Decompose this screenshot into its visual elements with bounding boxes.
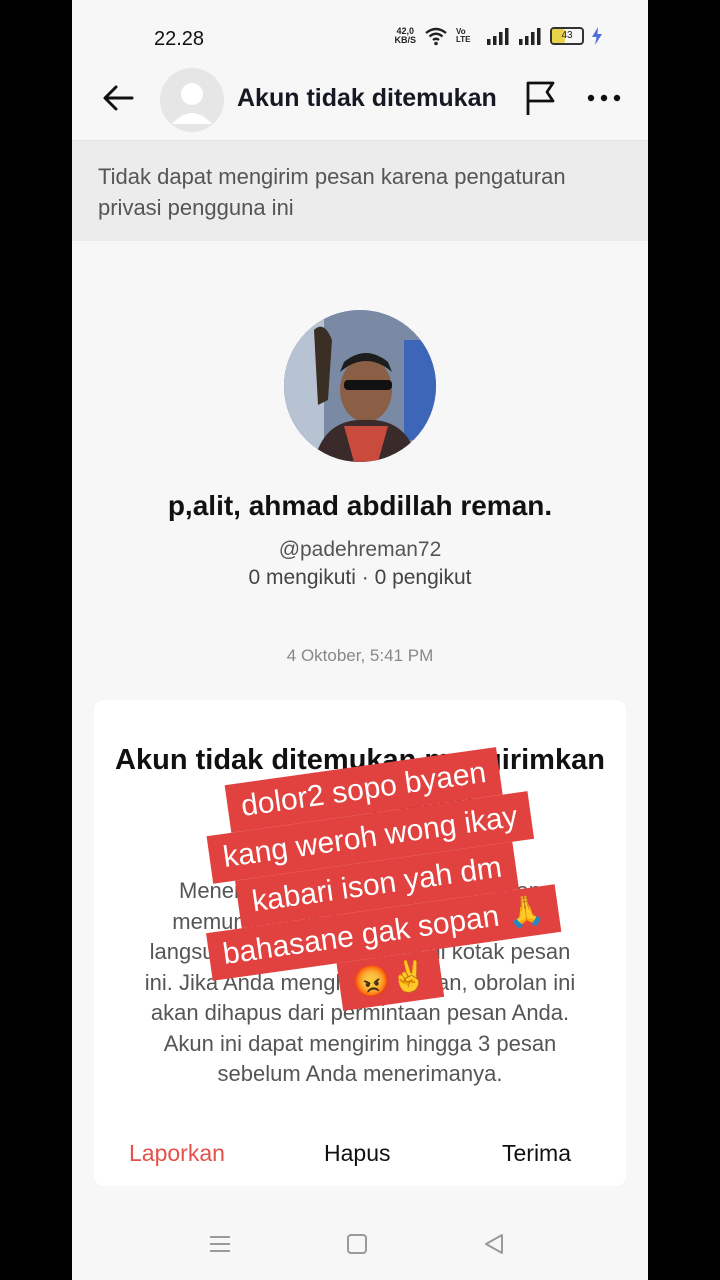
status-icons: 42,0 KB/S Vo LTE 43 [394, 26, 602, 46]
phone-screen: 22.28 42,0 KB/S Vo LTE 43 Akun tidak dit… [72, 0, 648, 1280]
delete-button[interactable]: Hapus [324, 1140, 390, 1167]
signal-icon-2 [519, 28, 541, 45]
flag-icon[interactable] [520, 78, 560, 118]
signal-icon [487, 28, 509, 45]
avatar-placeholder-icon[interactable] [160, 68, 224, 132]
home-square-icon[interactable] [345, 1232, 369, 1256]
status-time: 22.28 [154, 28, 205, 50]
system-nav-bar [72, 1200, 648, 1280]
battery-indicator: 43 [550, 27, 584, 45]
profile-counts: 0 mengikuti · 0 pengikut [72, 566, 648, 590]
more-icon[interactable] [584, 78, 624, 118]
profile-photo[interactable] [284, 310, 436, 462]
wifi-icon [425, 27, 447, 46]
privacy-notice: Tidak dapat mengirim pesan karena pengat… [72, 141, 648, 241]
request-actions: Laporkan Hapus Terima [94, 1140, 626, 1174]
accept-button[interactable]: Terima [502, 1140, 571, 1167]
chat-header: Akun tidak ditemukan [72, 60, 648, 141]
back-arrow-icon[interactable] [98, 78, 138, 118]
privacy-notice-text: Tidak dapat mengirim pesan karena pengat… [98, 164, 566, 220]
header-title[interactable]: Akun tidak ditemukan [237, 84, 507, 113]
message-timestamp: 4 Oktober, 5:41 PM [286, 646, 434, 665]
network-speed: 42,0 KB/S [394, 26, 416, 45]
report-button[interactable]: Laporkan [129, 1140, 225, 1167]
volte-indicator: Vo LTE [456, 27, 471, 44]
menu-icon[interactable] [208, 1232, 232, 1256]
profile-username: @padehreman72 [278, 538, 442, 561]
counts-separator: · [355, 566, 375, 589]
profile-display-name: p,alit, ahmad abdillah reman. [167, 490, 553, 521]
followers-count[interactable]: 0 pengikut [375, 566, 472, 589]
charging-icon [592, 27, 602, 45]
back-triangle-icon[interactable] [482, 1232, 506, 1256]
caption-overlay: dolor2 sopo byaen kang weroh wong ikay k… [182, 741, 572, 1029]
following-count[interactable]: 0 mengikuti [249, 566, 356, 589]
